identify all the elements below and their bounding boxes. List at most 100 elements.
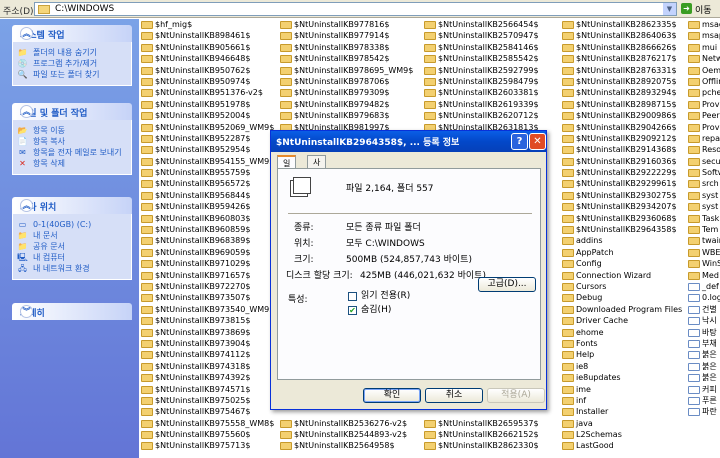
task-item[interactable]: ✕ 항목 삭제: [17, 159, 131, 168]
checkbox-box[interactable]: [348, 292, 357, 301]
tab-customize[interactable]: 사용자 지정: [307, 155, 327, 211]
task-item[interactable]: 📁 폴더의 내용 숨기기: [17, 48, 131, 57]
list-item[interactable]: $NtUninstallKB2893294$: [562, 87, 682, 98]
task-item[interactable]: 📄 항목 복사: [17, 137, 131, 146]
task-pane-header[interactable]: 시스템 작업 ︽: [12, 25, 132, 42]
advanced-button[interactable]: 고급(D)...: [478, 277, 536, 292]
list-item[interactable]: inf: [562, 395, 682, 406]
list-item[interactable]: Reso: [688, 144, 720, 155]
list-item[interactable]: ime: [562, 384, 682, 395]
list-item[interactable]: Prov: [688, 122, 720, 133]
list-item[interactable]: secu: [688, 156, 720, 167]
list-item[interactable]: syst: [688, 201, 720, 212]
list-item[interactable]: srch: [688, 178, 720, 189]
list-item[interactable]: msag: [688, 19, 720, 30]
list-item[interactable]: $NtUninstallKB952287$: [141, 133, 274, 144]
list-item[interactable]: $NtUninstallKB950974$: [141, 76, 274, 87]
list-item[interactable]: $NtUninstallKB960803$: [141, 213, 274, 224]
list-item[interactable]: $NtUninstallKB898461$: [141, 30, 274, 41]
chevron-down-icon[interactable]: ︾: [20, 305, 33, 318]
list-item[interactable]: $NtUninstallKB2964358$: [562, 224, 682, 235]
list-item[interactable]: $NtUninstallKB2929961$: [562, 178, 682, 189]
list-item[interactable]: $NtUninstallKB2598479$: [424, 76, 539, 87]
list-item[interactable]: $NtUninstallKB2914368$: [562, 144, 682, 155]
list-item[interactable]: $NtUninstallKB2898715$: [562, 99, 682, 110]
list-item[interactable]: repa: [688, 133, 720, 144]
apply-button[interactable]: 적용(A): [487, 388, 545, 403]
list-item[interactable]: L2Schemas: [562, 429, 682, 440]
list-item[interactable]: pche: [688, 87, 720, 98]
list-item[interactable]: $NtUninstallKB973869$: [141, 327, 274, 338]
list-item[interactable]: 바탕: [688, 327, 720, 338]
list-item[interactable]: $NtUninstallKB971657$: [141, 270, 274, 281]
list-item[interactable]: Cursors: [562, 281, 682, 292]
list-item[interactable]: $NtUninstallKB971029$: [141, 258, 274, 269]
checkmark-icon[interactable]: ✔: [348, 306, 357, 315]
task-item[interactable]: ✉ 항목을 전자 메일로 보내기: [17, 148, 131, 157]
list-item[interactable]: $NtUninstallKB952069_WM9$: [141, 122, 274, 133]
list-item[interactable]: $NtUninstallKB2564958$: [280, 440, 413, 451]
cancel-button[interactable]: 취소: [425, 388, 483, 403]
list-item[interactable]: $NtUninstallKB968389$: [141, 235, 274, 246]
list-item[interactable]: $NtUninstallKB969059$: [141, 247, 274, 258]
list-item[interactable]: LastGood: [562, 440, 682, 451]
list-item[interactable]: $NtUninstallKB956572$: [141, 178, 274, 189]
readonly-checkbox[interactable]: 읽기 전용(R): [348, 291, 410, 302]
list-item[interactable]: $NtUninstallKB2536276-v2$: [280, 418, 413, 429]
list-item[interactable]: ie8: [562, 361, 682, 372]
list-item[interactable]: Downloaded Program Files: [562, 304, 682, 315]
list-item[interactable]: ie8updates: [562, 372, 682, 383]
list-item[interactable]: 붉은: [688, 361, 720, 372]
list-item[interactable]: $hf_mig$: [141, 19, 274, 30]
list-item[interactable]: Softw: [688, 167, 720, 178]
list-item[interactable]: 붉은: [688, 372, 720, 383]
list-item[interactable]: Config: [562, 258, 682, 269]
list-item[interactable]: $NtUninstallKB954155_WM9$: [141, 156, 274, 167]
task-item[interactable]: 📁 공유 문서: [17, 242, 131, 251]
list-item[interactable]: $NtUninstallKB975558_WM8$: [141, 418, 274, 429]
list-item[interactable]: $NtUninstallKB2584146$: [424, 42, 539, 53]
list-item[interactable]: $NtUninstallKB2934207$: [562, 201, 682, 212]
list-item[interactable]: $NtUninstallKB975025$: [141, 395, 274, 406]
list-item[interactable]: $NtUninstallKB956844$: [141, 190, 274, 201]
chevron-up-icon[interactable]: ︽: [20, 105, 33, 118]
list-item[interactable]: $NtUninstallKB979683$: [280, 110, 413, 121]
list-item[interactable]: $NtUninstallKB2620712$: [424, 110, 539, 121]
list-item[interactable]: _def: [688, 281, 720, 292]
list-item[interactable]: $NtUninstallKB2864063$: [562, 30, 682, 41]
list-item[interactable]: 푸른: [688, 395, 720, 406]
list-item[interactable]: twair: [688, 235, 720, 246]
list-item[interactable]: 파란: [688, 406, 720, 417]
list-item[interactable]: 0.log: [688, 292, 720, 303]
list-item[interactable]: $NtUninstallKB975560$: [141, 429, 274, 440]
list-item[interactable]: $NtUninstallKB2909212$: [562, 133, 682, 144]
list-item[interactable]: $NtUninstallKB2862335$: [562, 19, 682, 30]
list-item[interactable]: $NtUninstallKB973815$: [141, 315, 274, 326]
dialog-title-bar[interactable]: $NtUninstallKB2964358$, ... 등록 정보 ? ✕: [271, 131, 546, 152]
task-item[interactable]: 🖧 내 네트워크 환경: [17, 264, 131, 273]
list-item[interactable]: $NtUninstallKB2659537$: [424, 418, 539, 429]
list-item[interactable]: $NtUninstallKB2930275$: [562, 190, 682, 201]
list-item[interactable]: Offlin: [688, 76, 720, 87]
address-input[interactable]: C:\WINDOWS ▼: [34, 2, 677, 16]
list-item[interactable]: $NtUninstallKB959426$: [141, 201, 274, 212]
help-button[interactable]: ?: [511, 133, 528, 150]
task-item[interactable]: 📁 내 문서: [17, 231, 131, 240]
list-item[interactable]: $NtUninstallKB975467$: [141, 406, 274, 417]
list-item[interactable]: $NtUninstallKB975713$: [141, 440, 274, 451]
list-item[interactable]: $NtUninstallKB2916036$: [562, 156, 682, 167]
go-button[interactable]: ➜ 이동: [681, 3, 717, 16]
hidden-checkbox[interactable]: ✔ 숨김(H): [348, 305, 391, 316]
list-item[interactable]: Fonts: [562, 338, 682, 349]
list-item[interactable]: $NtUninstallKB2862330$: [424, 440, 539, 451]
list-item[interactable]: 건별: [688, 304, 720, 315]
list-item[interactable]: java: [562, 418, 682, 429]
list-item[interactable]: $NtUninstallKB950762$: [141, 65, 274, 76]
task-pane-header[interactable]: 자세히︾: [12, 303, 132, 320]
list-item[interactable]: Task: [688, 213, 720, 224]
list-item[interactable]: $NtUninstallKB2936068$: [562, 213, 682, 224]
list-item[interactable]: $NtUninstallKB2662152$: [424, 429, 539, 440]
task-item[interactable]: 💿 프로그램 추가/제거: [17, 59, 131, 68]
task-item[interactable]: 🖳 내 컴퓨터: [17, 253, 131, 262]
list-item[interactable]: $NtUninstallKB973540_WM9$: [141, 304, 274, 315]
